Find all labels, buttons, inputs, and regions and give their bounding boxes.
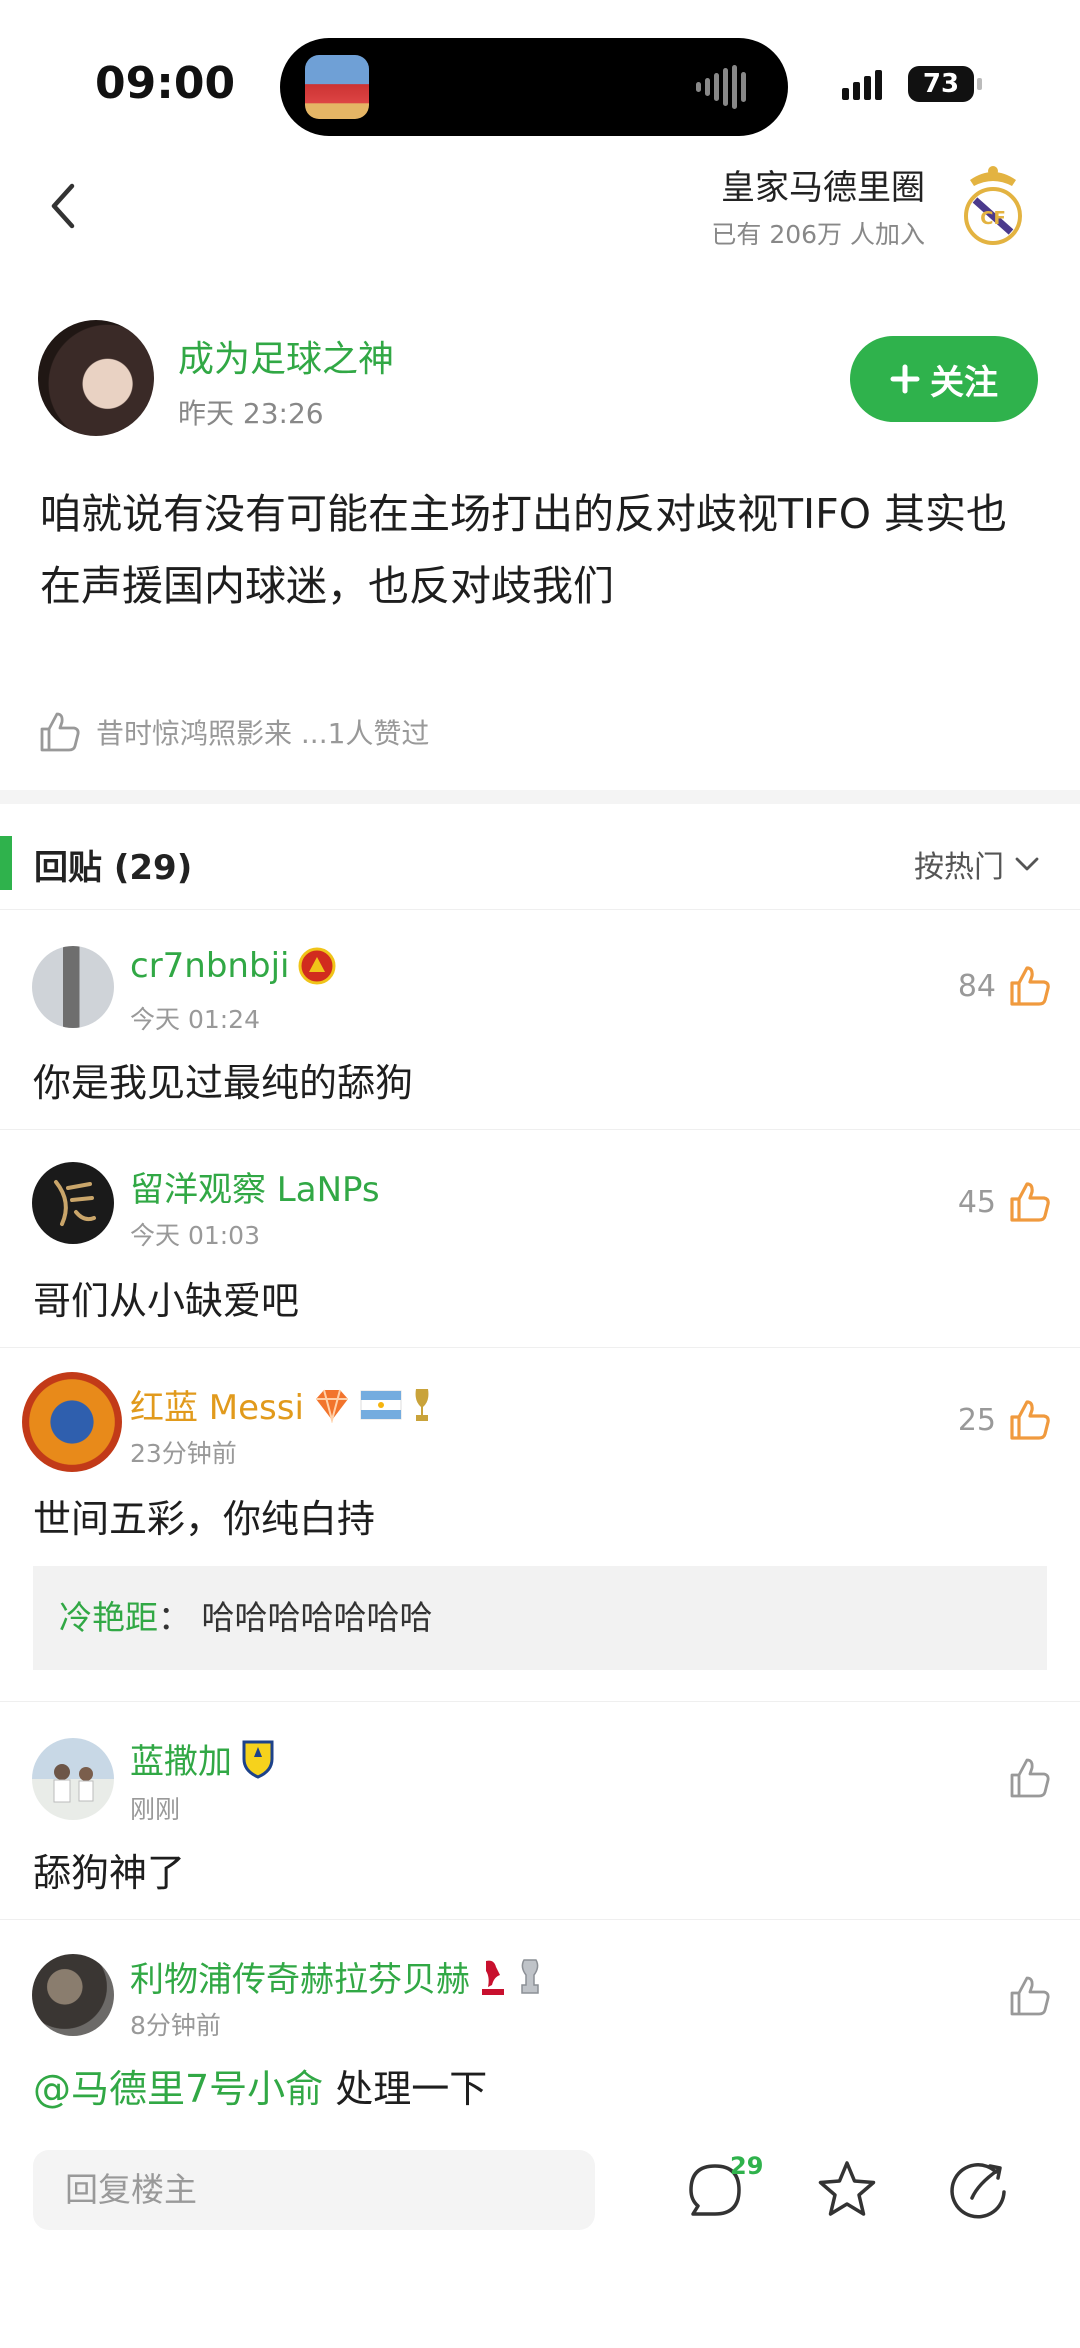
plus-icon bbox=[890, 364, 920, 394]
comment-time: 今天 01:03 bbox=[130, 1221, 260, 1250]
post-likes-row[interactable]: 昔时惊鸿照影来 ...1人赞过 bbox=[38, 710, 429, 754]
argentina-flag-icon bbox=[360, 1390, 402, 1419]
comment-time: 今天 01:24 bbox=[130, 1005, 260, 1034]
leeds-united-badge-icon bbox=[242, 1740, 274, 1779]
comment-like-count: 84 bbox=[957, 968, 996, 1004]
sub-reply-separator: ： bbox=[158, 1598, 191, 1637]
cellular-signal-icon bbox=[842, 70, 882, 100]
liverpool-badge-icon bbox=[482, 1960, 504, 1995]
comment-text: 世间五彩，你纯白持 bbox=[33, 1497, 376, 1541]
status-bar: 09:00 73 bbox=[0, 0, 1080, 150]
comment-item: 红蓝 Messi 23分钟前 25 世间五彩，你纯白持 冷艳距： 哈哈哈哈哈哈哈 bbox=[0, 1348, 1080, 1702]
battery-icon: 73 bbox=[908, 66, 982, 102]
audio-waveform-icon bbox=[696, 64, 760, 110]
comment-like-button[interactable]: 25 bbox=[958, 1398, 1052, 1442]
user-mention[interactable]: @马德里7号小俞 bbox=[33, 2067, 323, 2111]
chevron-left-icon bbox=[51, 183, 75, 229]
reply-input[interactable]: 回复楼主 bbox=[33, 2150, 595, 2230]
thumbs-up-icon bbox=[1010, 1758, 1050, 1798]
comment-like-count: 45 bbox=[957, 1184, 996, 1220]
replies-header: 回贴 (29) 按热门 bbox=[0, 820, 1080, 910]
sub-reply-user[interactable]: 冷艳距 bbox=[59, 1598, 158, 1637]
comment-item: 留洋观察 LaNPs 今天 01:03 45 哥们从小缺爱吧 bbox=[0, 1130, 1080, 1348]
chevron-down-icon bbox=[1015, 857, 1039, 871]
comment-text-body: 处理一下 bbox=[335, 2067, 488, 2111]
comment-text: 哥们从小缺爱吧 bbox=[33, 1279, 300, 1323]
star-icon bbox=[818, 2161, 876, 2216]
thumbs-up-icon bbox=[1010, 1182, 1050, 1222]
comment-time: 刚刚 bbox=[130, 1795, 181, 1824]
section-divider bbox=[0, 790, 1080, 804]
comment-like-button[interactable] bbox=[1008, 1756, 1052, 1800]
commenter-name-text: cr7nbnbji bbox=[130, 946, 290, 986]
commenter-name[interactable]: cr7nbnbji bbox=[130, 946, 337, 986]
replies-title: 回贴 (29) bbox=[34, 848, 193, 888]
follow-button[interactable]: 关注 bbox=[850, 336, 1038, 422]
commenter-name[interactable]: 利物浦传奇赫拉芬贝赫 bbox=[130, 1952, 544, 2001]
commenter-avatar[interactable] bbox=[32, 1738, 114, 1820]
commenter-avatar[interactable] bbox=[32, 1954, 114, 2036]
comment-text: 舔狗神了 bbox=[33, 1851, 186, 1895]
comment-text: @马德里7号小俞 处理一下 bbox=[33, 2058, 487, 2113]
post-likes-text: 昔时惊鸿照影来 ...1人赞过 bbox=[96, 717, 430, 750]
champions-trophy-icon bbox=[521, 1958, 539, 1994]
sub-reply[interactable]: 冷艳距： 哈哈哈哈哈哈哈 bbox=[33, 1566, 1047, 1670]
comment-like-button[interactable] bbox=[1008, 1974, 1052, 2018]
author-avatar[interactable] bbox=[38, 320, 154, 436]
back-button[interactable] bbox=[40, 170, 90, 240]
commenter-avatar[interactable] bbox=[22, 1372, 122, 1472]
dynamic-island[interactable] bbox=[280, 38, 788, 136]
follow-label: 关注 bbox=[930, 362, 998, 403]
comment-item: cr7nbnbji 今天 01:24 84 你是我见过最纯的舔狗 bbox=[0, 912, 1080, 1130]
commenter-avatar[interactable] bbox=[32, 1162, 114, 1244]
status-time: 09:00 bbox=[95, 58, 236, 109]
circle-name[interactable]: 皇家马德里圈 bbox=[721, 160, 925, 209]
sub-reply-text: 哈哈哈哈哈哈哈 bbox=[201, 1598, 433, 1637]
thumbs-up-icon bbox=[40, 712, 80, 752]
commenter-name-text: 利物浦传奇赫拉芬贝赫 bbox=[130, 1960, 470, 2000]
manchester-united-badge-icon bbox=[298, 947, 336, 985]
comment-item: 蓝撒加 刚刚 舔狗神了 bbox=[0, 1702, 1080, 1920]
commenter-avatar[interactable] bbox=[32, 946, 114, 1028]
comment-like-button[interactable]: 84 bbox=[958, 964, 1052, 1008]
svg-text:CF: CF bbox=[980, 208, 1006, 229]
post-time: 昨天 23:26 bbox=[178, 397, 324, 430]
comment-count-badge: 29 bbox=[730, 2152, 764, 2180]
comment-like-button[interactable]: 45 bbox=[958, 1180, 1052, 1224]
comment-time: 8分钟前 bbox=[130, 2011, 221, 2040]
share-button[interactable] bbox=[948, 2158, 1012, 2222]
trophy-icon bbox=[415, 1388, 429, 1421]
comment-item: 利物浦传奇赫拉芬贝赫 8分钟前 @马德里7号小俞 处理一下 bbox=[0, 1920, 1080, 2138]
thumbs-up-icon bbox=[1010, 1400, 1050, 1440]
diamond-vip-icon bbox=[315, 1389, 348, 1423]
now-playing-thumbnail bbox=[305, 55, 369, 119]
author-name[interactable]: 成为足球之神 bbox=[178, 330, 394, 382]
sort-label: 按热门 bbox=[914, 850, 1004, 885]
sort-dropdown[interactable]: 按热门 bbox=[914, 842, 1040, 886]
commenter-name-text: 红蓝 Messi bbox=[130, 1388, 304, 1428]
comment-text: 你是我见过最纯的舔狗 bbox=[33, 1061, 414, 1105]
comment-like-count: 25 bbox=[957, 1402, 996, 1438]
commenter-name[interactable]: 留洋观察 LaNPs bbox=[130, 1162, 380, 1211]
post-body: 咱就说有没有可能在主场打出的反对歧视TIFO 其实也在声援国内球迷，也反对歧我们 bbox=[40, 490, 1008, 610]
circle-member-count: 已有 206万 人加入 bbox=[711, 220, 925, 249]
favorite-button[interactable] bbox=[815, 2158, 879, 2222]
commenter-name[interactable]: 蓝撒加 bbox=[130, 1734, 276, 1783]
section-accent-bar bbox=[0, 836, 12, 890]
thumbs-up-icon bbox=[1010, 1976, 1050, 2016]
share-icon bbox=[950, 2163, 1006, 2219]
commenter-name[interactable]: 红蓝 Messi bbox=[130, 1380, 434, 1429]
commenter-name-text: 蓝撒加 bbox=[130, 1742, 232, 1782]
comment-time: 23分钟前 bbox=[130, 1439, 237, 1468]
real-madrid-crest-icon[interactable]: CF bbox=[958, 162, 1028, 246]
thumbs-up-icon bbox=[1010, 966, 1050, 1006]
